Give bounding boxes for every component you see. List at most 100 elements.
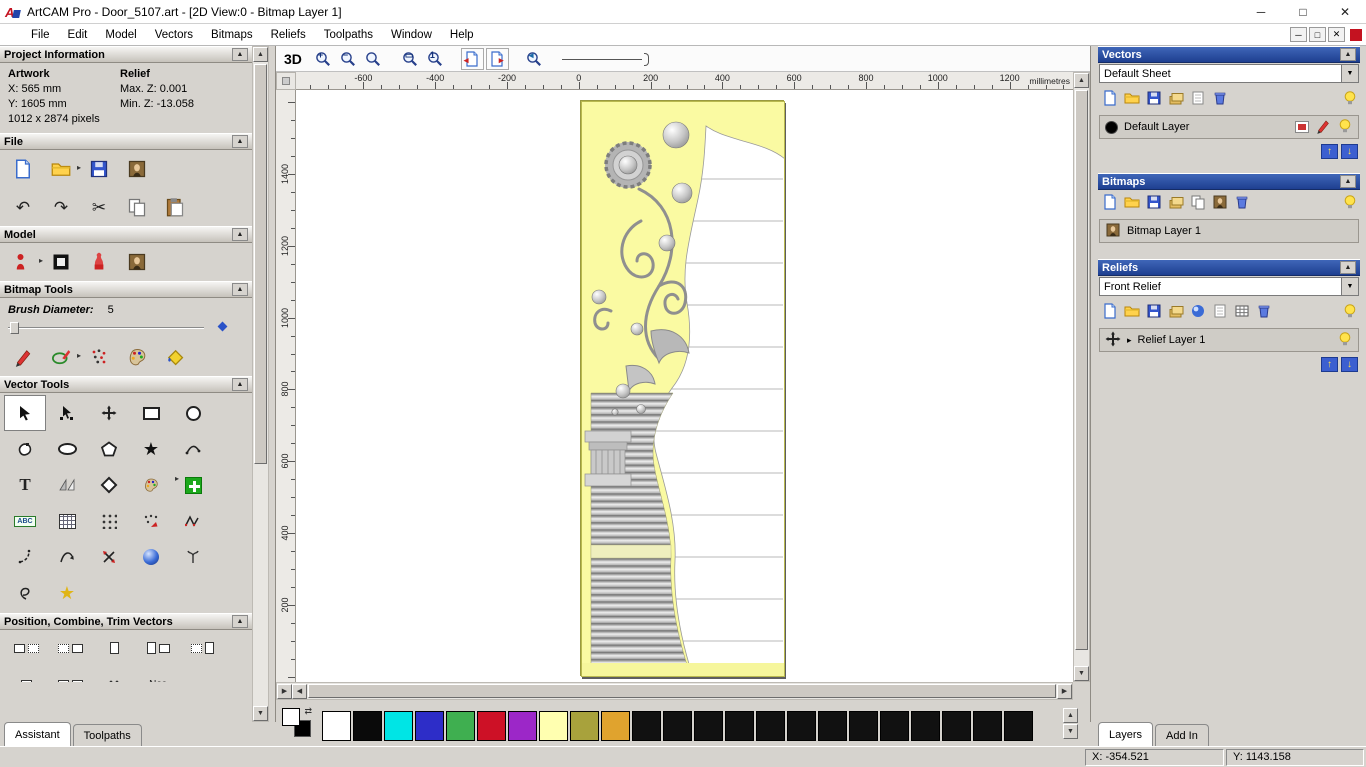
paint-tool-icon[interactable] xyxy=(10,344,36,370)
relief-dropdown-icon[interactable]: ▼ xyxy=(1341,278,1358,295)
save-bitmap-layer-icon[interactable] xyxy=(1146,194,1162,213)
menu-reliefs[interactable]: Reliefs xyxy=(262,27,315,43)
transform-vectors-tool[interactable] xyxy=(88,395,130,431)
open-relief-layer-icon[interactable] xyxy=(1124,303,1140,322)
palette-swatch-1[interactable] xyxy=(353,711,382,741)
text-block-tool[interactable]: ABC xyxy=(4,503,46,539)
maximize-button[interactable]: □ xyxy=(1282,0,1324,24)
tab-add-in[interactable]: Add In xyxy=(1155,724,1209,746)
assistant-scroll-down-button[interactable]: ▼ xyxy=(253,706,268,721)
align-left-tool[interactable] xyxy=(4,633,48,663)
sheet-selector[interactable]: Default Sheet ▼ xyxy=(1099,64,1359,83)
save-vector-layer-icon[interactable] xyxy=(1146,90,1162,109)
fit-curve-tool[interactable] xyxy=(46,539,88,575)
select-vectors-tool[interactable] xyxy=(4,395,46,431)
align-right-tool[interactable] xyxy=(48,633,92,663)
draw-shape-tool-icon[interactable]: ▸ xyxy=(48,344,81,370)
relief-layer-expand-icon[interactable]: ▸ xyxy=(1127,335,1132,346)
spray-tool-icon[interactable] xyxy=(86,344,112,370)
vector-wizard-tool[interactable]: ★ xyxy=(46,575,88,611)
toggle-all-reliefs-visibility-icon[interactable] xyxy=(1342,303,1358,322)
collapse-bitmap-tools-button[interactable]: ▲ xyxy=(232,283,248,296)
palette-tool-icon[interactable] xyxy=(124,344,150,370)
model-section-header[interactable]: Model ▲ xyxy=(0,226,252,243)
sheet-dropdown-icon[interactable]: ▼ xyxy=(1341,65,1358,82)
collapse-file-button[interactable]: ▲ xyxy=(232,135,248,148)
merge-vector-layers-icon[interactable] xyxy=(1168,90,1184,109)
redo-icon[interactable]: ↷ xyxy=(48,194,74,220)
bitmaps-section-header[interactable]: Bitmaps ▲ xyxy=(1098,173,1360,190)
reliefs-section-header[interactable]: Reliefs ▲ xyxy=(1098,259,1360,276)
open-model-icon[interactable]: ▸ xyxy=(48,156,81,182)
canvas-scroll-left-button[interactable]: ◀ xyxy=(292,683,307,699)
palette-swatch-10[interactable] xyxy=(632,711,661,741)
trim-vectors-tool[interactable] xyxy=(88,539,130,575)
cut-icon[interactable]: ✂ xyxy=(86,194,112,220)
collapse-vectors-button[interactable]: ▲ xyxy=(1340,48,1356,61)
menu-toolpaths[interactable]: Toolpaths xyxy=(315,27,382,43)
nest-vectors-tool[interactable]: Nes xyxy=(136,669,180,683)
palette-swatch-18[interactable] xyxy=(880,711,909,741)
vector-doctor-tool[interactable] xyxy=(130,539,172,575)
menu-window[interactable]: Window xyxy=(382,27,441,43)
palette-swatch-20[interactable] xyxy=(942,711,971,741)
stamp-icon[interactable] xyxy=(86,249,112,275)
create-arc-tool[interactable] xyxy=(172,431,214,467)
vector-tools-header[interactable]: Vector Tools ▲ xyxy=(0,376,252,393)
menu-edit[interactable]: Edit xyxy=(59,27,97,43)
open-bitmap-layer-icon[interactable] xyxy=(1124,194,1140,213)
palette-swatch-15[interactable] xyxy=(787,711,816,741)
menu-bitmaps[interactable]: Bitmaps xyxy=(202,27,262,43)
canvas-scroll-up-button[interactable]: ▲ xyxy=(1074,73,1089,88)
freehand-vector-tool[interactable] xyxy=(4,431,46,467)
palette-swatch-16[interactable] xyxy=(818,711,847,741)
copy-icon[interactable] xyxy=(124,194,150,220)
palette-swatch-0[interactable] xyxy=(322,711,351,741)
palette-swatch-19[interactable] xyxy=(911,711,940,741)
slider-handle[interactable] xyxy=(10,322,19,334)
rename-layer-icon[interactable] xyxy=(1315,118,1331,137)
palette-swatch-3[interactable] xyxy=(415,711,444,741)
relief-layer-transform-icon[interactable] xyxy=(1105,331,1121,350)
create-polygon-tool[interactable] xyxy=(88,431,130,467)
project-information-header[interactable]: Project Information ▲ xyxy=(0,46,252,63)
2d-view-canvas[interactable] xyxy=(296,90,1073,682)
zoom-rectangle-icon[interactable]: ▭ xyxy=(399,48,422,70)
palette-swatch-22[interactable] xyxy=(1004,711,1033,741)
palette-swatch-2[interactable] xyxy=(384,711,413,741)
primary-secondary-color-indicator[interactable]: ⇄ xyxy=(282,706,314,740)
weld-vectors-tool[interactable] xyxy=(92,669,136,682)
save-relief-layer-icon[interactable] xyxy=(1146,303,1162,322)
canvas-scroll-right-button[interactable]: ▶ xyxy=(1057,683,1072,699)
new-relief-layer-icon[interactable] xyxy=(1102,303,1118,322)
relief-layer-row[interactable]: ▸ Relief Layer 1 xyxy=(1099,328,1359,352)
delete-relief-layer-icon[interactable] xyxy=(1256,303,1272,322)
fit-polyline-tool[interactable] xyxy=(172,503,214,539)
node-editing-tool[interactable] xyxy=(46,395,88,431)
assistant-scroll-thumb[interactable] xyxy=(254,64,267,464)
bitmap-layer-row[interactable]: Bitmap Layer 1 xyxy=(1099,219,1359,243)
set-model-size-icon[interactable]: ▸ xyxy=(10,249,43,275)
palette-swatch-21[interactable] xyxy=(973,711,1002,741)
relief-layer-visibility-icon[interactable] xyxy=(1337,331,1353,350)
swap-colors-icon[interactable]: ⇄ xyxy=(304,706,312,717)
create-text-tool[interactable]: T xyxy=(4,467,46,503)
paste-along-curve-tool[interactable] xyxy=(88,503,130,539)
view-fade-slider[interactable] xyxy=(561,49,654,69)
toggle-all-vectors-visibility-icon[interactable] xyxy=(1342,90,1358,109)
palette-swatch-5[interactable] xyxy=(477,711,506,741)
merge-bitmap-layers-icon[interactable] xyxy=(1168,194,1184,213)
vector-layer-color-swatch[interactable] xyxy=(1105,120,1118,134)
palette-swatch-8[interactable] xyxy=(570,711,599,741)
new-model-icon[interactable] xyxy=(10,156,36,182)
fit-arcs-tool[interactable] xyxy=(4,539,46,575)
relief-3d-preview-icon[interactable] xyxy=(1190,303,1206,322)
relief-selector[interactable]: Front Relief ▼ xyxy=(1099,277,1359,296)
menu-file[interactable]: File xyxy=(22,27,59,43)
tab-toolpaths[interactable]: Toolpaths xyxy=(72,724,142,746)
palette-scroll-down-button[interactable]: ▼ xyxy=(1063,724,1078,739)
assistant-scroll-up-button[interactable]: ▲ xyxy=(253,47,268,62)
move-relief-layer-up-button[interactable]: ↑ xyxy=(1321,357,1338,372)
open-vector-layer-icon[interactable] xyxy=(1124,90,1140,109)
zoom-fit-icon[interactable]: 1 xyxy=(424,48,447,70)
